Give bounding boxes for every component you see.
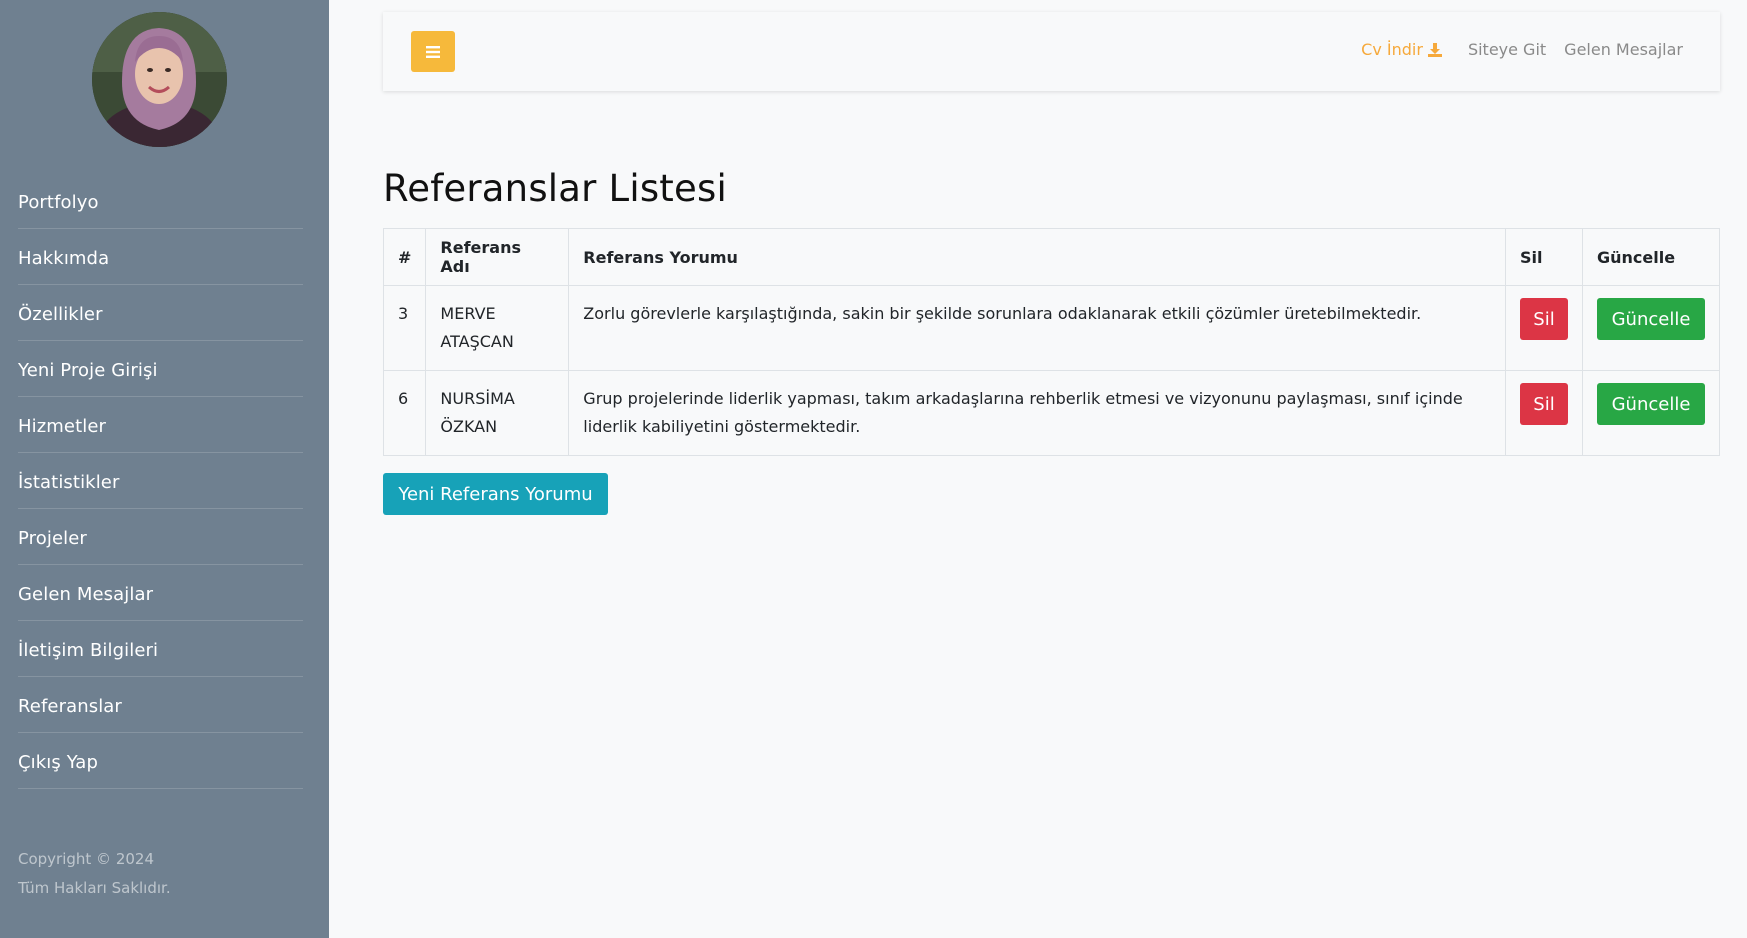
cell-comment: Grup projelerinde liderlik yapması, takı… <box>568 370 1506 456</box>
copyright: Copyright © 2024 Tüm Hakları Saklıdır. <box>18 845 171 903</box>
sidebar-item-iletisim: İletişim Bilgileri <box>18 621 303 677</box>
header-update: Güncelle <box>1582 228 1720 286</box>
cell-name-last: ÖZKAN <box>440 417 498 436</box>
sidebar-link-projeler[interactable]: Projeler <box>18 525 87 549</box>
sidebar-item-hizmetler: Hizmetler <box>18 397 303 453</box>
sidebar-toggle-button[interactable] <box>411 31 455 72</box>
table-row: 3 MERVE ATAŞCAN Zorlu görevlerle karşıla… <box>382 285 1720 371</box>
sidebar-link-portfolyo[interactable]: Portfolyo <box>18 189 99 213</box>
sidebar-link-referanslar[interactable]: Referanslar <box>18 693 122 717</box>
visit-site-link[interactable]: Siteye Git <box>1468 40 1546 59</box>
messages-link[interactable]: Gelen Mesajlar <box>1564 40 1683 59</box>
cell-name: MERVE ATAŞCAN <box>425 285 570 371</box>
header-id: # <box>382 228 427 286</box>
cell-name-last: ATAŞCAN <box>440 332 514 351</box>
sidebar-link-gelen-mesajlar[interactable]: Gelen Mesajlar <box>18 581 153 605</box>
sidebar-item-ozellikler: Özellikler <box>18 285 303 341</box>
hamburger-icon <box>426 45 440 58</box>
cell-name-first: MERVE <box>440 304 496 323</box>
top-nav-links: Cv İndir Siteye Git Gelen Mesajlar <box>1361 40 1683 59</box>
sidebar-link-ozellikler[interactable]: Özellikler <box>18 301 103 325</box>
sidebar-link-iletisim[interactable]: İletişim Bilgileri <box>18 637 158 661</box>
cv-download-label: Cv İndir <box>1361 40 1423 59</box>
copyright-line2: Tüm Hakları Saklıdır. <box>18 879 171 897</box>
cell-delete: Sil <box>1504 285 1584 371</box>
sidebar-item-istatistikler: İstatistikler <box>18 453 303 509</box>
cell-update: Güncelle <box>1582 285 1720 371</box>
page-title: Referanslar Listesi <box>383 167 727 210</box>
sidebar-link-hizmetler[interactable]: Hizmetler <box>18 413 106 437</box>
header-comment: Referans Yorumu <box>568 228 1506 286</box>
sidebar-item-hakkimda: Hakkımda <box>18 229 303 285</box>
sidebar: Portfolyo Hakkımda Özellikler Yeni Proje… <box>0 0 329 938</box>
sidebar-link-yeni-proje[interactable]: Yeni Proje Girişi <box>18 357 158 381</box>
download-icon <box>1427 42 1442 57</box>
sidebar-item-yeni-proje: Yeni Proje Girişi <box>18 341 303 397</box>
references-table: # Referans Adı Referans Yorumu Sil Günce… <box>382 228 1720 456</box>
table-header-row: # Referans Adı Referans Yorumu Sil Günce… <box>382 228 1720 286</box>
profile-photo <box>92 12 227 147</box>
top-navbar: Cv İndir Siteye Git Gelen Mesajlar <box>383 12 1720 91</box>
cell-id: 3 <box>382 285 427 371</box>
header-delete: Sil <box>1504 228 1584 286</box>
sidebar-item-portfolyo: Portfolyo <box>18 173 303 229</box>
cell-id: 6 <box>382 370 427 456</box>
update-button[interactable]: Güncelle <box>1597 298 1705 340</box>
sidebar-item-gelen-mesajlar: Gelen Mesajlar <box>18 565 303 621</box>
delete-button[interactable]: Sil <box>1519 298 1568 340</box>
sidebar-menu: Portfolyo Hakkımda Özellikler Yeni Proje… <box>18 173 303 789</box>
profile-avatar <box>92 12 227 147</box>
sidebar-item-cikis: Çıkış Yap <box>18 733 303 789</box>
update-button[interactable]: Güncelle <box>1597 383 1705 425</box>
cell-update: Güncelle <box>1582 370 1720 456</box>
cell-delete: Sil <box>1504 370 1584 456</box>
cv-download-link[interactable]: Cv İndir <box>1361 40 1442 59</box>
table-row: 6 NURSİMA ÖZKAN Grup projelerinde liderl… <box>382 370 1720 456</box>
cell-name: NURSİMA ÖZKAN <box>425 370 570 456</box>
copyright-line1: Copyright © 2024 <box>18 850 155 868</box>
new-reference-button[interactable]: Yeni Referans Yorumu <box>383 473 608 515</box>
delete-button[interactable]: Sil <box>1519 383 1568 425</box>
sidebar-item-projeler: Projeler <box>18 509 303 565</box>
sidebar-item-referanslar: Referanslar <box>18 677 303 733</box>
sidebar-link-hakkimda[interactable]: Hakkımda <box>18 245 109 269</box>
header-name: Referans Adı <box>425 228 570 286</box>
cell-comment: Zorlu görevlerle karşılaştığında, sakin … <box>568 285 1506 371</box>
cell-name-first: NURSİMA <box>440 389 515 408</box>
sidebar-link-cikis[interactable]: Çıkış Yap <box>18 749 98 773</box>
sidebar-link-istatistikler[interactable]: İstatistikler <box>18 469 119 493</box>
